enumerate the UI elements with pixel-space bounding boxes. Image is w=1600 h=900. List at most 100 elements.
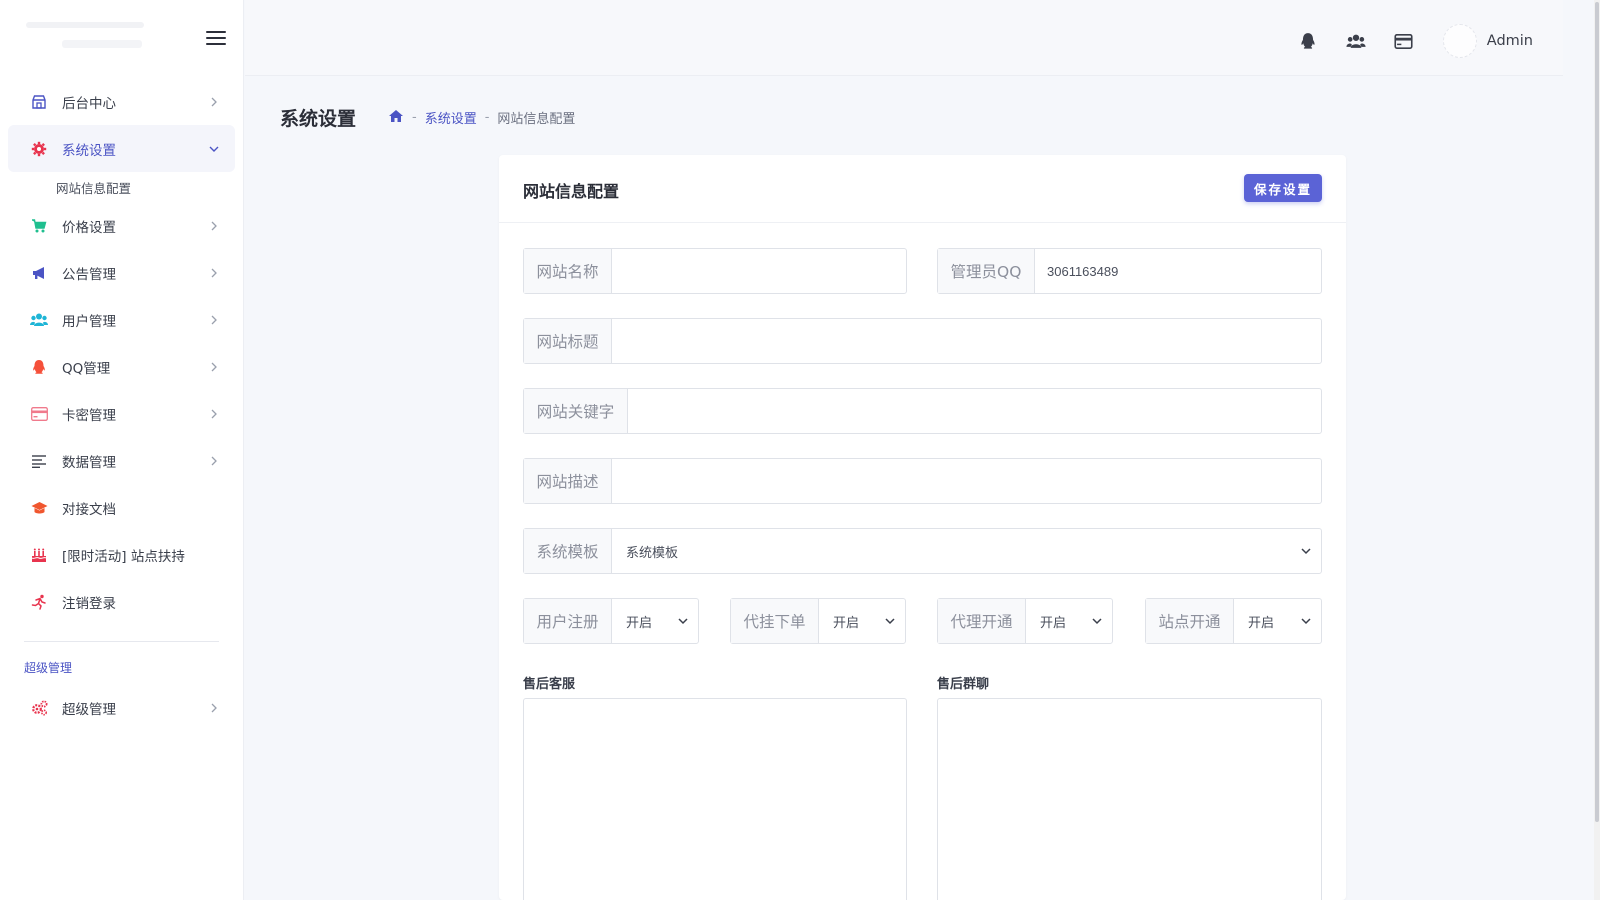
site-open-select[interactable]: 开启 <box>1234 599 1321 643</box>
sidebar: 后台中心 系统设置 网站信息配置 价格设置 公告管理 用户管理 QQ管理 卡密管… <box>0 0 244 900</box>
users-icon[interactable] <box>1345 30 1367 52</box>
sidebar-item-label: 注销登录 <box>62 595 116 612</box>
runner-icon <box>30 593 48 611</box>
logo[interactable] <box>26 16 146 56</box>
gear-icon <box>30 140 48 158</box>
site-config-card: 网站信息配置 保存设置 网站名称 管理员QQ 网站标题 网站关键字 网站描述 系… <box>499 155 1346 900</box>
chevron-down-icon <box>1301 618 1311 625</box>
agent-open-group: 代理开通 开启 <box>937 598 1113 644</box>
sidebar-item-label: 超级管理 <box>62 701 116 718</box>
agent-open-value: 开启 <box>1040 615 1067 631</box>
sidebar-item-logout[interactable]: 注销登录 <box>8 578 235 625</box>
sidebar-item-api-docs[interactable]: 对接文档 <box>8 484 235 531</box>
sidebar-item-users[interactable]: 用户管理 <box>8 296 235 343</box>
breadcrumb-system-settings[interactable]: 系统设置 <box>425 108 477 127</box>
user-register-label: 用户注册 <box>524 599 612 643</box>
keywords-input[interactable] <box>628 389 1321 433</box>
topbar-actions: Admin <box>1271 24 1533 58</box>
sidebar-item-dashboard[interactable]: 后台中心 <box>8 78 235 125</box>
agent-open-select[interactable]: 开启 <box>1026 599 1112 643</box>
sidebar-item-super-admin[interactable]: 超级管理 <box>8 684 235 731</box>
sidebar-item-label: [限时活动] 站点扶持 <box>62 548 185 565</box>
keywords-label: 网站关键字 <box>524 389 628 433</box>
qq-icon <box>30 358 48 376</box>
sidebar-item-label: QQ管理 <box>62 360 111 377</box>
breadcrumb-separator: - <box>484 110 490 125</box>
site-open-group: 站点开通 开启 <box>1145 598 1322 644</box>
site-name-group: 网站名称 <box>523 248 907 294</box>
user-register-select[interactable]: 开启 <box>612 599 698 643</box>
chevron-right-icon <box>211 315 217 324</box>
home-icon[interactable] <box>388 109 404 127</box>
sidebar-item-label: 公告管理 <box>62 266 116 283</box>
users-icon <box>30 311 48 329</box>
chevron-down-icon <box>1092 618 1102 625</box>
megaphone-icon <box>30 264 48 282</box>
description-label: 网站描述 <box>524 459 612 503</box>
chevron-right-icon <box>211 268 217 277</box>
breadcrumb-separator: - <box>412 110 417 125</box>
card-header: 网站信息配置 保存设置 <box>499 155 1346 223</box>
user-register-group: 用户注册 开启 <box>523 598 699 644</box>
store-icon <box>30 93 48 111</box>
page-title: 系统设置 <box>280 108 357 130</box>
sidebar-item-label: 价格设置 <box>62 219 116 236</box>
proxy-order-select[interactable]: 开启 <box>819 599 905 643</box>
description-input[interactable] <box>612 459 1321 503</box>
sidebar-item-data[interactable]: 数据管理 <box>8 437 235 484</box>
topbar: Admin <box>245 0 1563 76</box>
cart-icon <box>30 217 48 235</box>
sidebar-item-price-settings[interactable]: 价格设置 <box>8 202 235 249</box>
proxy-order-value: 开启 <box>833 615 860 631</box>
admin-qq-group: 管理员QQ <box>937 248 1322 294</box>
sidebar-nav: 后台中心 系统设置 网站信息配置 价格设置 公告管理 用户管理 QQ管理 卡密管… <box>0 78 243 625</box>
proxy-order-group: 代挂下单 开启 <box>730 598 906 644</box>
chevron-right-icon <box>211 362 217 371</box>
user-register-value: 开启 <box>626 615 653 631</box>
sidebar-item-qq[interactable]: QQ管理 <box>8 343 235 390</box>
scrollbar[interactable] <box>1594 0 1600 900</box>
sidebar-item-announcements[interactable]: 公告管理 <box>8 249 235 296</box>
menu-toggle-icon[interactable] <box>206 31 226 47</box>
sidebar-subitem-site-config[interactable]: 网站信息配置 <box>0 172 243 202</box>
agent-open-label: 代理开通 <box>938 599 1026 643</box>
scrollbar-thumb[interactable] <box>1595 2 1599 822</box>
admin-qq-input[interactable] <box>1035 249 1321 293</box>
template-group: 系统模板 系统模板 <box>523 528 1322 574</box>
after-sale-service-textarea[interactable] <box>523 698 907 900</box>
chevron-down-icon <box>885 618 895 625</box>
chevron-right-icon <box>211 97 217 106</box>
qq-icon[interactable] <box>1297 30 1319 52</box>
sidebar-item-label: 用户管理 <box>62 313 116 330</box>
sidebar-item-label: 卡密管理 <box>62 407 116 424</box>
chevron-right-icon <box>211 221 217 230</box>
site-title-group: 网站标题 <box>523 318 1322 364</box>
sidebar-section-title: 超级管理 <box>24 660 73 675</box>
chevron-right-icon <box>211 456 217 465</box>
sidebar-item-system-settings[interactable]: 系统设置 <box>8 125 235 172</box>
breadcrumb: - 系统设置 - 网站信息配置 <box>388 108 575 127</box>
chevron-right-icon <box>211 703 217 712</box>
after-sale-group-textarea[interactable] <box>937 698 1322 900</box>
sidebar-item-label: 后台中心 <box>62 95 116 112</box>
admin-username[interactable]: Admin <box>1487 33 1533 49</box>
chevron-down-icon <box>209 146 219 152</box>
sidebar-item-label: 对接文档 <box>62 501 116 518</box>
sidebar-item-promotion[interactable]: [限时活动] 站点扶持 <box>8 531 235 578</box>
brand <box>0 0 243 78</box>
card-icon[interactable] <box>1393 30 1415 52</box>
template-select[interactable]: 系统模板 <box>612 529 1321 573</box>
card-title: 网站信息配置 <box>523 182 620 201</box>
proxy-order-label: 代挂下单 <box>731 599 819 643</box>
keywords-group: 网站关键字 <box>523 388 1322 434</box>
site-name-input[interactable] <box>612 249 906 293</box>
cake-icon <box>30 546 48 564</box>
sidebar-item-cards[interactable]: 卡密管理 <box>8 390 235 437</box>
site-title-input[interactable] <box>612 319 1321 363</box>
list-icon <box>30 452 48 470</box>
cogs-icon <box>30 699 48 717</box>
avatar[interactable] <box>1442 24 1477 58</box>
template-label: 系统模板 <box>524 529 612 573</box>
save-settings-button[interactable]: 保存设置 <box>1243 174 1322 202</box>
sidebar-item-label: 数据管理 <box>62 454 116 471</box>
